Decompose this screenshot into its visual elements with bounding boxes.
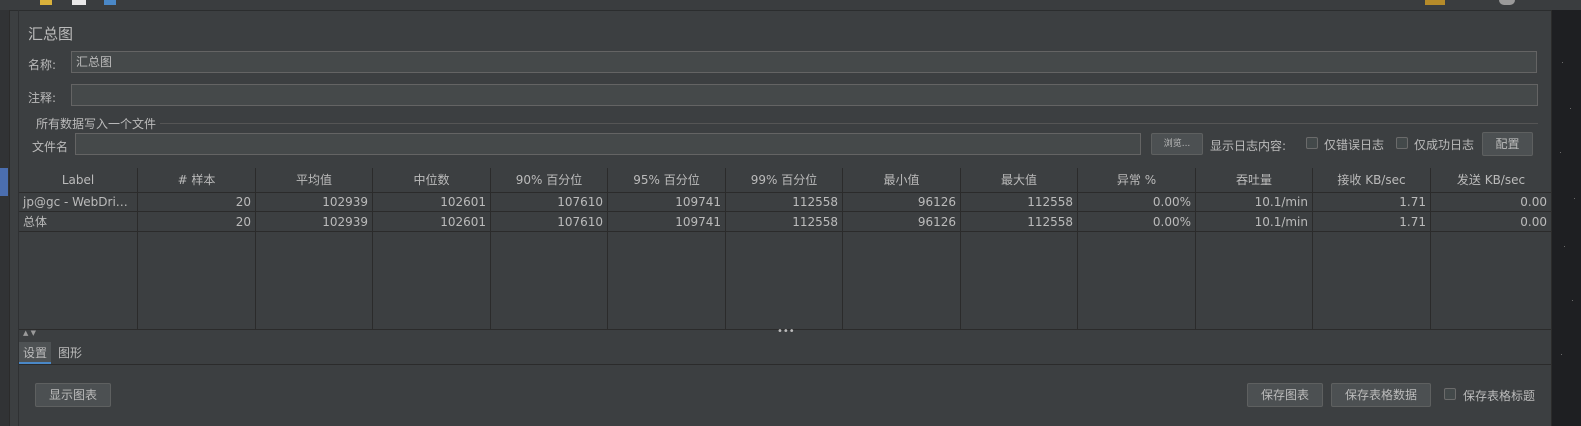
left-tool-strip xyxy=(0,10,10,426)
table-row[interactable]: 总体 20 102939 102601 107610 109741 112558… xyxy=(19,212,1551,232)
comment-label: 注释: xyxy=(28,91,57,105)
name-label: 名称: xyxy=(28,58,57,72)
cell-sent: 0.00 xyxy=(1431,192,1551,212)
status-icon[interactable] xyxy=(1499,0,1515,5)
selected-tree-marker xyxy=(0,168,8,196)
cell-99-percentile: 112558 xyxy=(726,192,843,212)
warning-icon[interactable] xyxy=(1425,0,1445,5)
cell-received: 1.71 xyxy=(1313,212,1431,232)
tabs-divider xyxy=(19,364,1551,365)
col-sent-header[interactable]: 发送 KB/sec xyxy=(1431,168,1551,192)
errors-only-label[interactable]: 仅错误日志 xyxy=(1324,136,1384,153)
col-throughput-header[interactable]: 吞吐量 xyxy=(1196,168,1313,192)
save-chart-button[interactable]: 保存图表 xyxy=(1247,383,1323,407)
cell-received: 1.71 xyxy=(1313,192,1431,212)
cell-throughput: 10.1/min xyxy=(1196,192,1313,212)
save-table-header-checkbox[interactable] xyxy=(1444,388,1456,400)
cell-median: 102601 xyxy=(373,192,491,212)
save-table-header-label[interactable]: 保存表格标题 xyxy=(1463,387,1535,404)
table-header: Label # 样本 平均值 中位数 90% 百分位 95% 百分位 99% 百… xyxy=(19,168,1551,193)
cell-average: 102939 xyxy=(256,192,373,212)
cell-error: 0.00% xyxy=(1078,192,1196,212)
filename-field[interactable] xyxy=(75,133,1141,155)
col-label-header[interactable]: Label xyxy=(19,168,138,192)
col-received-header[interactable]: 接收 KB/sec xyxy=(1313,168,1431,192)
errors-only-checkbox[interactable] xyxy=(1306,137,1318,149)
filename-label: 文件名 xyxy=(32,140,69,154)
success-only-checkbox[interactable] xyxy=(1396,137,1408,149)
col-95-percentile-header[interactable]: 95% 百分位 xyxy=(608,168,726,192)
pane-splitter[interactable]: ▲ ▼ ••• xyxy=(19,326,1551,338)
table-row[interactable]: jp@gc - WebDrive... 20 102939 102601 107… xyxy=(19,192,1551,212)
cell-95-percentile: 109741 xyxy=(608,192,726,212)
right-scroll-area[interactable] xyxy=(1551,10,1581,426)
cell-max: 112558 xyxy=(961,212,1078,232)
results-table: Label # 样本 平均值 中位数 90% 百分位 95% 百分位 99% 百… xyxy=(19,168,1551,329)
cell-min: 96126 xyxy=(843,212,961,232)
col-error-header[interactable]: 异常 % xyxy=(1078,168,1196,192)
drag-handle-icon[interactable]: ••• xyxy=(777,326,795,337)
write-file-group-title: 所有数据写入一个文件 xyxy=(36,117,157,131)
show-chart-button[interactable]: 显示图表 xyxy=(35,383,111,407)
cell-median: 102601 xyxy=(373,212,491,232)
tab-graph[interactable]: 图形 xyxy=(55,342,85,364)
cell-samples: 20 xyxy=(138,192,256,212)
top-toolbar xyxy=(0,0,1581,11)
panel-title: 汇总图 xyxy=(28,25,74,43)
col-samples-header[interactable]: # 样本 xyxy=(138,168,256,192)
col-median-header[interactable]: 中位数 xyxy=(373,168,491,192)
save-table-data-button[interactable]: 保存表格数据 xyxy=(1331,383,1431,407)
log-content-label: 显示日志内容: xyxy=(1210,139,1287,153)
cell-throughput: 10.1/min xyxy=(1196,212,1313,232)
group-divider xyxy=(160,123,1538,124)
name-field[interactable]: 汇总图 xyxy=(71,51,1537,73)
tab-settings[interactable]: 设置 xyxy=(19,342,51,364)
col-average-header[interactable]: 平均值 xyxy=(256,168,373,192)
cell-average: 102939 xyxy=(256,212,373,232)
success-only-label[interactable]: 仅成功日志 xyxy=(1414,136,1474,153)
collapse-arrows-icon[interactable]: ▲ ▼ xyxy=(23,329,36,337)
cell-max: 112558 xyxy=(961,192,1078,212)
cell-label: jp@gc - WebDrive... xyxy=(19,192,138,212)
col-99-percentile-header[interactable]: 99% 百分位 xyxy=(726,168,843,192)
cell-label: 总体 xyxy=(19,212,138,232)
window-icon[interactable] xyxy=(104,0,116,5)
configure-button[interactable]: 配置 xyxy=(1482,132,1533,156)
cell-min: 96126 xyxy=(843,192,961,212)
cell-samples: 20 xyxy=(138,212,256,232)
col-90-percentile-header[interactable]: 90% 百分位 xyxy=(491,168,608,192)
cell-90-percentile: 107610 xyxy=(491,192,608,212)
cell-99-percentile: 112558 xyxy=(726,212,843,232)
cell-90-percentile: 107610 xyxy=(491,212,608,232)
cell-95-percentile: 109741 xyxy=(608,212,726,232)
browse-button[interactable]: 浏览... xyxy=(1151,133,1203,155)
col-max-header[interactable]: 最大值 xyxy=(961,168,1078,192)
lightbulb-icon[interactable] xyxy=(40,0,52,5)
comment-field[interactable] xyxy=(71,84,1538,106)
cell-error: 0.00% xyxy=(1078,212,1196,232)
document-icon[interactable] xyxy=(72,0,86,5)
col-min-header[interactable]: 最小值 xyxy=(843,168,961,192)
cell-sent: 0.00 xyxy=(1431,212,1551,232)
